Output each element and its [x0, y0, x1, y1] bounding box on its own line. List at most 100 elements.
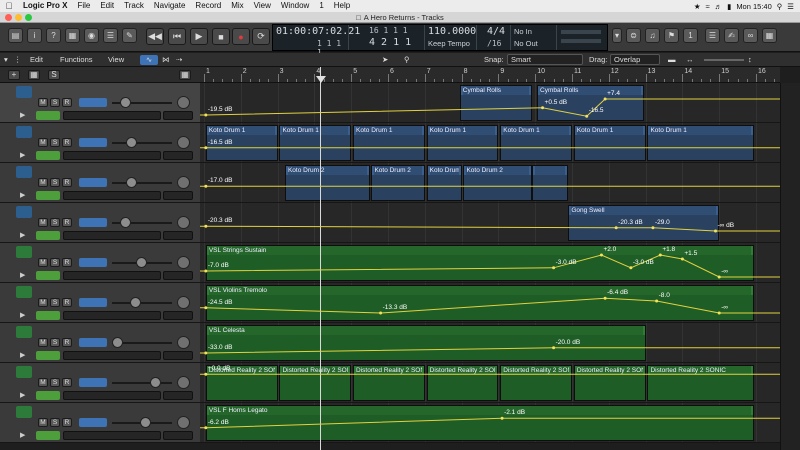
- clock[interactable]: Mon 15:40: [736, 2, 771, 11]
- volume-slider-knob[interactable]: [120, 97, 131, 108]
- track-header[interactable]: M S R ▶: [0, 403, 200, 443]
- waveform-zoom-icon[interactable]: ▬: [668, 55, 676, 65]
- disclosure-icon[interactable]: ▶: [20, 431, 25, 439]
- region[interactable]: Koto Drum 2: [463, 165, 532, 201]
- flex-icon[interactable]: ⋈: [162, 55, 170, 65]
- rewind-button[interactable]: ◀◀: [146, 28, 164, 45]
- track-lane[interactable]: Cymbal Rolls Cymbal Rolls: [200, 83, 780, 123]
- track-lane[interactable]: VSL F Horns Legato: [200, 403, 780, 443]
- track-lane[interactable]: Distorted Reality 2 SONIC Distorted Reali…: [200, 363, 780, 403]
- record-enable-button[interactable]: R: [62, 218, 72, 227]
- pointer-tool-icon[interactable]: ➤: [382, 55, 388, 65]
- global-solo-icon[interactable]: S: [48, 70, 60, 80]
- disclosure-icon[interactable]: ▶: [20, 311, 25, 319]
- record-button[interactable]: ●: [232, 28, 250, 45]
- playhead[interactable]: [320, 67, 321, 450]
- pan-knob[interactable]: [177, 296, 190, 309]
- volume-slider-knob[interactable]: [126, 177, 137, 188]
- pan-knob[interactable]: [177, 376, 190, 389]
- volume-slider-knob[interactable]: [126, 137, 137, 148]
- menu-file[interactable]: File: [72, 0, 95, 12]
- menu-help[interactable]: Help: [329, 0, 355, 12]
- automation-value[interactable]: [163, 111, 193, 120]
- volume-icon[interactable]: ♬: [715, 2, 723, 11]
- track-header[interactable]: M S R ▶: [0, 123, 200, 163]
- disclosure-icon[interactable]: ▶: [20, 391, 25, 399]
- automation-mode[interactable]: [36, 311, 60, 320]
- automation-mode[interactable]: [36, 351, 60, 360]
- automation-parameter[interactable]: [63, 431, 161, 440]
- automation-parameter[interactable]: [63, 351, 161, 360]
- edit-menu[interactable]: Edit: [30, 55, 43, 65]
- mute-button[interactable]: M: [38, 298, 48, 307]
- automation-value[interactable]: [163, 391, 193, 400]
- automation-parameter[interactable]: [63, 111, 161, 120]
- battery-icon[interactable]: ▮: [727, 2, 731, 11]
- apple-icon[interactable]: : [0, 1, 18, 11]
- volume-slider[interactable]: [112, 182, 172, 184]
- solo-button[interactable]: S: [50, 258, 60, 267]
- automation-parameter[interactable]: [63, 151, 161, 160]
- track-button[interactable]: [79, 98, 107, 107]
- region[interactable]: Distorted Reality 2 SONIC: [353, 365, 425, 401]
- menu-track[interactable]: Track: [119, 0, 149, 12]
- region-inspector-icon[interactable]: ▾: [4, 55, 8, 65]
- volume-slider[interactable]: [112, 302, 172, 304]
- record-enable-button[interactable]: R: [62, 338, 72, 347]
- editors-icon[interactable]: ✎: [122, 28, 137, 43]
- minimize-window-button[interactable]: [15, 14, 22, 21]
- track-button[interactable]: [79, 178, 107, 187]
- mute-button[interactable]: M: [38, 378, 48, 387]
- notepad-icon[interactable]: ✍: [724, 28, 739, 43]
- library-icon[interactable]: ▤: [8, 28, 23, 43]
- catch-icon[interactable]: ⇢: [176, 55, 182, 65]
- automation-value[interactable]: [163, 231, 193, 240]
- menu-list-icon[interactable]: ☰: [787, 2, 794, 11]
- region[interactable]: Cymbal Rolls: [459, 85, 532, 121]
- menu-record[interactable]: Record: [190, 0, 226, 12]
- vertical-scrollbar[interactable]: [780, 83, 800, 450]
- tuner-icon[interactable]: ♫: [645, 28, 660, 43]
- record-enable-button[interactable]: R: [62, 378, 72, 387]
- automation-parameter[interactable]: [63, 391, 161, 400]
- view-menu[interactable]: View: [108, 55, 124, 65]
- track-header[interactable]: M S R ▶: [0, 363, 200, 403]
- loops-icon[interactable]: ∞: [743, 28, 758, 43]
- menu-window[interactable]: Window: [276, 0, 314, 12]
- solo-button[interactable]: S: [50, 338, 60, 347]
- region[interactable]: Distorted Reality 2 SONIC: [647, 365, 755, 401]
- track-lane[interactable]: Gong Swell: [200, 203, 780, 243]
- pan-knob[interactable]: [177, 256, 190, 269]
- solo-button[interactable]: S: [50, 178, 60, 187]
- count-in-icon[interactable]: 1: [683, 28, 698, 43]
- region[interactable]: Koto Drum 1: [279, 125, 352, 161]
- disclosure-icon[interactable]: ▶: [20, 111, 25, 119]
- region[interactable]: Koto Drum 2: [371, 165, 425, 201]
- menu-app[interactable]: Logic Pro X: [18, 0, 72, 12]
- mute-button[interactable]: M: [38, 98, 48, 107]
- smart-controls-icon[interactable]: ◉: [84, 28, 99, 43]
- quick-help-icon[interactable]: ?: [46, 28, 61, 43]
- automation-mode[interactable]: [36, 391, 60, 400]
- search-icon[interactable]: ⚲: [777, 2, 783, 11]
- solo-button[interactable]: S: [50, 218, 60, 227]
- volume-slider[interactable]: [112, 382, 172, 384]
- solo-icon[interactable]: ⚑: [664, 28, 679, 43]
- bar-ruler[interactable]: 1 2 3 4 5 6 7 8 9 10 11 12 13 14 15 16: [200, 67, 780, 83]
- snap-dropdown[interactable]: Smart: [507, 54, 583, 65]
- volume-slider[interactable]: [112, 142, 172, 144]
- list-editors-icon[interactable]: ☰: [705, 28, 720, 43]
- wifi-icon[interactable]: ≈: [706, 2, 710, 11]
- browser-icon[interactable]: ▦: [762, 28, 777, 43]
- record-enable-button[interactable]: R: [62, 178, 72, 187]
- track-header[interactable]: M S R ▶: [0, 323, 200, 363]
- mute-button[interactable]: M: [38, 138, 48, 147]
- menu-view[interactable]: View: [249, 0, 276, 12]
- region[interactable]: VSL Violins Tremolo: [205, 285, 755, 321]
- track-button[interactable]: [79, 338, 107, 347]
- automation-parameter[interactable]: [63, 191, 161, 200]
- volume-slider-knob[interactable]: [120, 217, 131, 228]
- track-lane[interactable]: VSL Celesta: [200, 323, 780, 363]
- track-header[interactable]: M S R ▶: [0, 283, 200, 323]
- record-enable-button[interactable]: R: [62, 418, 72, 427]
